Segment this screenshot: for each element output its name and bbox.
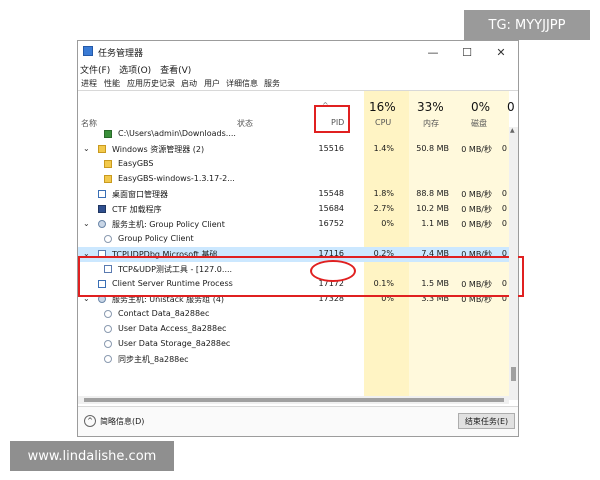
annotation-pid-header [314,105,350,133]
process-cpu: 1.4% [373,144,394,153]
tab-app-history[interactable]: 应用历史记录 [127,78,175,89]
process-name: 服务主机: Group Policy Client [112,220,225,229]
tab-services[interactable]: 服务 [264,78,280,89]
process-pid: 15548 [318,189,344,198]
service-icon [104,340,112,348]
watermark-bottom: www.lindalishe.com [10,441,174,471]
folder-icon [98,145,106,153]
process-row[interactable]: 桌面窗口管理器 15548 1.8% 88.8 MB 0 MB/秒 0 [78,187,509,202]
scroll-up-icon[interactable]: ▲ [510,127,515,134]
process-network: 0 [501,189,507,198]
process-name: CTF 加载程序 [112,205,162,214]
process-row[interactable]: Group Policy Client [78,232,509,247]
fewer-details-link[interactable]: 简略信息(D) [100,416,144,427]
process-row[interactable]: User Data Access_8a288ec [78,322,509,337]
cpu-percent: 16% [369,100,396,114]
maximize-button[interactable]: ☐ [450,41,484,63]
process-memory: 10.2 MB [416,204,449,213]
chevron-up-icon[interactable]: ^ [84,415,96,427]
process-network: 0 [501,219,507,228]
process-name: 同步主机_8a288ec [118,355,189,364]
end-task-button[interactable]: 结束任务(E) [458,413,515,429]
tab-bar: 进程 性能 应用历史记录 启动 用户 详细信息 服务 [78,77,518,91]
process-memory: 50.8 MB [416,144,449,153]
task-manager-icon [83,46,93,56]
menu-bar: 文件(F) 选项(O) 查看(V) [80,63,197,77]
process-cpu: 0% [381,219,394,228]
annotation-pid-circle [310,260,356,282]
horizontal-scrollbar[interactable] [78,396,509,404]
process-name: Contact Data_8a288ec [118,309,210,318]
menu-view[interactable]: 查看(V) [160,66,191,76]
process-name: EasyGBS [118,159,154,168]
process-disk: 0 MB/秒 [461,145,492,154]
service-icon [104,325,112,333]
process-row[interactable]: ⌄ Windows 资源管理器 (2) 15516 1.4% 50.8 MB 0 MB/秒… [78,142,509,157]
menu-file[interactable]: 文件(F) [80,66,110,76]
process-row[interactable]: EasyGBS [78,157,509,172]
process-row[interactable]: 同步主机_8a288ec [78,352,509,367]
process-name: C:\Users\admin\Downloads.... [118,129,236,138]
process-pid: 15516 [318,144,344,153]
process-name: User Data Storage_8a288ec [118,339,231,348]
tab-processes[interactable]: 进程 [81,78,97,90]
service-icon [104,355,112,363]
process-row[interactable]: User Data Storage_8a288ec [78,337,509,352]
process-network: 0 [501,144,507,153]
process-pid: 16752 [318,219,344,228]
expand-chevron-icon[interactable]: ⌄ [83,144,90,153]
disk-percent: 0% [471,100,491,114]
process-row[interactable]: EasyGBS-windows-1.3.17-2... [78,172,509,187]
process-row[interactable]: Contact Data_8a288ec [78,307,509,322]
footer-bar: ^ 简略信息(D) 结束任务(E) [78,406,518,436]
process-name: User Data Access_8a288ec [118,324,227,333]
process-cpu: 1.8% [373,189,394,198]
minimize-button[interactable]: — [416,41,450,63]
service-icon [104,235,112,243]
folder-icon [104,160,112,168]
process-name: EasyGBS-windows-1.3.17-2... [118,174,235,183]
process-memory: 1.1 MB [421,219,449,228]
service-icon [104,310,112,318]
process-disk: 0 MB/秒 [461,220,492,229]
process-cpu: 2.7% [373,204,394,213]
menu-options[interactable]: 选项(O) [119,66,151,76]
window-title: 任务管理器 [98,49,144,59]
window-icon [98,190,106,198]
process-name: Group Policy Client [118,234,194,243]
folder-icon [104,175,112,183]
tab-performance[interactable]: 性能 [104,78,120,89]
process-network: 0 [501,204,507,213]
process-disk: 0 MB/秒 [461,205,492,214]
process-row[interactable]: CTF 加载程序 15684 2.7% 10.2 MB 0 MB/秒 0 [78,202,509,217]
gear-icon [98,220,106,228]
process-name: 桌面窗口管理器 [112,190,168,199]
vertical-scrollbar[interactable]: ▲ [509,127,518,400]
process-name: Windows 资源管理器 (2) [112,145,205,154]
process-memory: 88.8 MB [416,189,449,198]
file-icon [104,130,112,138]
network-percent: 0 [507,100,515,114]
process-pid: 15684 [318,204,344,213]
hscroll-thumb[interactable] [84,398,504,402]
watermark-top: TG: MYYJJPP [464,10,590,40]
memory-percent: 33% [417,100,444,114]
pen-icon [98,205,106,213]
tab-users[interactable]: 用户 [204,78,220,89]
scroll-thumb[interactable] [511,367,516,381]
annotation-selected-row [78,256,524,297]
process-row[interactable]: C:\Users\admin\Downloads.... [78,127,509,142]
expand-chevron-icon[interactable]: ⌄ [83,219,90,228]
tab-details[interactable]: 详细信息 [226,78,258,89]
tab-startup[interactable]: 启动 [181,78,197,89]
title-bar: 任务管理器 — ☐ ✕ [78,41,518,63]
task-manager-window: 任务管理器 — ☐ ✕ 文件(F) 选项(O) 查看(V) 进程 性能 应用历史… [77,40,524,437]
header-cpu[interactable]: CPU [375,118,391,127]
column-headers: 名称 状态 ^ PID 16% CPU 33% 内存 0% 磁盘 0 [78,91,518,131]
process-disk: 0 MB/秒 [461,190,492,199]
process-row[interactable]: ⌄ 服务主机: Group Policy Client 16752 0% 1.1 MB 0… [78,217,509,232]
close-button[interactable]: ✕ [484,41,518,63]
